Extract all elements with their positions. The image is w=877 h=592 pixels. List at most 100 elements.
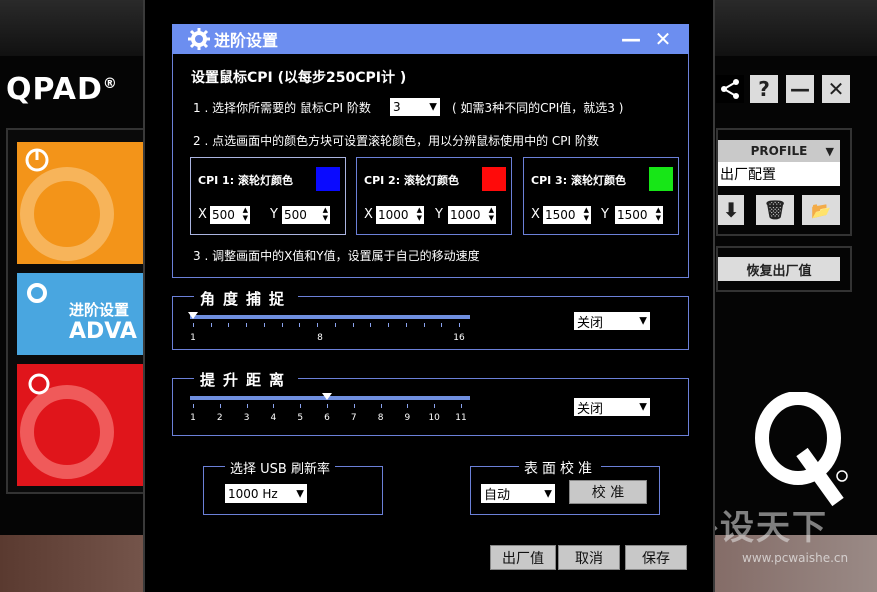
trash-icon[interactable]: 🗑 — [756, 195, 794, 225]
angle-snap-tick-label: 16 — [453, 333, 465, 343]
dialog-title: 进阶设置 — [214, 31, 279, 50]
chevron-down-icon: ▼ — [429, 101, 437, 113]
download-icon[interactable]: ⬇ — [718, 195, 744, 225]
advanced-tile[interactable]: 进阶设置 ADVA — [17, 273, 143, 355]
cpi-3-x-input[interactable]: 1500 ▲ ▼ — [543, 206, 591, 224]
lift-distance-tick-label: 9 — [404, 413, 411, 423]
lift-distance-tick — [219, 404, 221, 408]
lift-distance-tick — [193, 404, 194, 408]
calibrate-button[interactable]: 校 准 — [569, 480, 647, 504]
dialog-titlebar[interactable]: 进阶设置 — ✕ — [172, 24, 689, 54]
lift-distance-tick — [300, 404, 302, 408]
angle-snap-tick — [370, 323, 372, 327]
cpi-step1-text: 1 . 选择你所需要的 鼠标CPI 阶数 — [193, 101, 371, 115]
angle-snap-tick — [423, 323, 425, 327]
cpi-3-y-label: Y — [601, 207, 609, 222]
cpi-3-y-input[interactable]: 1500 ▲ ▼ — [615, 206, 663, 224]
cpi-3-color-swatch[interactable] — [649, 167, 673, 191]
chevron-down-icon: ▼ — [639, 315, 647, 327]
cpi-1-color-swatch[interactable] — [316, 167, 340, 191]
cpi-2-x-input[interactable]: 1000 ▲ ▼ — [376, 206, 424, 224]
cpi-step2-text: 2 . 点选画面中的颜色方块可设置滚轮颜色，用以分辨鼠标使用中的 CPI 阶数 — [193, 134, 599, 148]
lift-distance-tick-label: 1 — [190, 413, 196, 423]
factory-default-button[interactable]: 出厂值 — [490, 545, 556, 570]
close-app-button[interactable]: ✕ — [822, 75, 850, 103]
dialog-close-button[interactable]: ✕ — [652, 27, 674, 51]
help-button[interactable]: ? — [750, 75, 778, 103]
lift-distance-select[interactable]: 关闭 ▼ — [574, 398, 650, 417]
lift-distance-tick-label: 7 — [350, 413, 357, 423]
qpad-q-logo — [755, 392, 848, 507]
lift-distance-tick — [273, 404, 275, 408]
restore-factory-button[interactable]: 恢复出厂值 — [718, 257, 840, 281]
cpi-2-y-input[interactable]: 1000 ▲ ▼ — [448, 206, 496, 224]
minimize-app-button[interactable]: — — [786, 75, 814, 103]
lift-distance-tick-label: 3 — [243, 413, 250, 423]
cpi-1-y-input[interactable]: 500 ▲ ▼ — [282, 206, 330, 224]
lift-distance-tick — [407, 404, 409, 408]
lift-distance-tick-label: 5 — [297, 413, 304, 423]
angle-snap-slider-thumb[interactable] — [188, 312, 198, 319]
chevron-down-icon: ▼ — [296, 488, 304, 499]
lift-distance-tick — [461, 404, 462, 408]
usb-rate-select[interactable]: 1000 Hz ▼ — [225, 484, 307, 503]
profile-current[interactable]: 出厂配置 — [718, 162, 840, 186]
lift-distance-tick — [434, 404, 436, 408]
dialog-minimize-button[interactable]: — — [620, 27, 642, 51]
angle-snap-tick-label: 1 — [190, 333, 196, 343]
support-tile[interactable] — [17, 364, 143, 486]
angle-snap-tick — [246, 323, 248, 327]
gear-icon — [188, 28, 210, 50]
angle-snap-tick — [459, 323, 460, 327]
angle-snap-tick — [317, 323, 319, 327]
angle-snap-tick — [441, 323, 443, 327]
cpi-2-label: CPI 2: 滚轮灯颜色 — [364, 174, 459, 187]
angle-snap-legend: 角度捕捉 — [194, 288, 299, 309]
lift-distance-slider-thumb[interactable] — [322, 393, 332, 400]
headset-icon — [20, 373, 114, 479]
chevron-down-icon: ▼ — [639, 401, 647, 413]
cancel-button[interactable]: 取消 — [558, 545, 620, 570]
cpi-3-label: CPI 3: 滚轮灯颜色 — [531, 174, 626, 187]
lift-distance-tick — [246, 404, 248, 408]
angle-snap-select[interactable]: 关闭 ▼ — [574, 312, 650, 331]
lift-distance-tick-label: 4 — [270, 413, 277, 423]
gear-icon — [27, 283, 47, 303]
angle-snap-slider[interactable] — [190, 315, 470, 319]
cpi-stage-select[interactable]: 3 ▼ — [390, 98, 440, 116]
usb-rate-legend: 选择 USB 刷新率 — [225, 458, 335, 477]
cpi-1-label: CPI 1: 滚轮灯颜色 — [198, 174, 293, 187]
folder-icon[interactable]: 📂 — [802, 195, 840, 225]
profile-dropdown[interactable]: PROFILE ▼ — [718, 140, 840, 162]
lift-distance-tick — [327, 404, 328, 408]
angle-snap-tick — [228, 323, 230, 327]
advanced-tile-label-cn: 进阶设置 — [69, 301, 130, 319]
chevron-down-icon: ▼ — [544, 488, 552, 499]
advanced-tile-label-en: ADVA — [69, 319, 137, 344]
lift-distance-tick-label: 8 — [377, 413, 384, 423]
angle-snap-tick — [405, 323, 407, 327]
advanced-settings-dialog: 进阶设置 — ✕ 设置鼠标CPI (以每步250CPI计 ) 1 . 选择你所需… — [143, 0, 715, 592]
share-icon[interactable] — [716, 75, 744, 103]
watermark-url: www.pcwaishe.cn — [742, 551, 849, 565]
lift-distance-tick — [353, 404, 355, 408]
angle-snap-tick — [263, 323, 265, 327]
angle-snap-tick — [334, 323, 336, 327]
angle-snap-tick — [388, 323, 390, 327]
cpi-1-x-input[interactable]: 500 ▲ ▼ — [210, 206, 250, 224]
power-icon — [20, 148, 114, 261]
lift-distance-legend: 提升距离 — [194, 369, 299, 390]
screen: QPAD® 进阶设置 ADVA ? — ✕ PROFILE ▼ 出厂配置 ⬇ 🗑 … — [0, 0, 877, 592]
cpi-step1-hint: ( 如需3种不同的CPI值，就选3 ) — [452, 101, 624, 115]
cpi-2-color-swatch[interactable] — [482, 167, 506, 191]
surface-calibration-select[interactable]: 自动 ▼ — [481, 484, 555, 503]
app-logo: QPAD® — [6, 72, 118, 107]
cpi-2-x-label: X — [364, 207, 373, 222]
lift-distance-tick — [380, 404, 382, 408]
cpi-heading: 设置鼠标CPI (以每步250CPI计 ) — [191, 70, 407, 86]
save-button[interactable]: 保存 — [625, 545, 687, 570]
angle-snap-tick-label: 8 — [317, 333, 323, 343]
cpi-1-y-label: Y — [270, 207, 278, 222]
cpi-3-x-label: X — [531, 207, 540, 222]
power-mode-tile[interactable] — [17, 142, 143, 264]
